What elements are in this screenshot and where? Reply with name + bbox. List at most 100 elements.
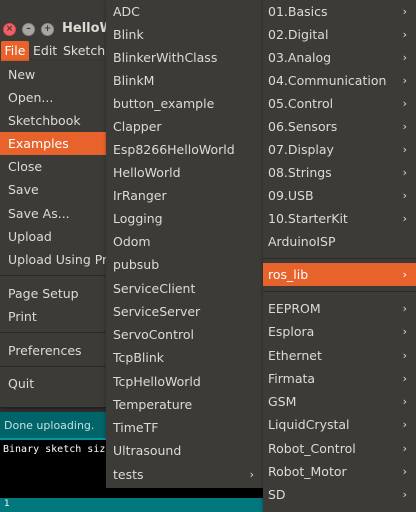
- library-item-04-communication[interactable]: 04.Communication ›: [263, 69, 416, 92]
- menu-item-label: TimeTF: [113, 420, 159, 435]
- menu-item-label: ros_lib: [268, 267, 309, 282]
- file-menu-save[interactable]: Save: [0, 178, 106, 201]
- library-item-sd[interactable]: SD ›: [263, 483, 416, 506]
- window-minimize-button[interactable]: –: [22, 23, 35, 36]
- library-item-06-sensors[interactable]: 06.Sensors ›: [263, 115, 416, 138]
- menu-item-label: Clapper: [113, 119, 162, 134]
- submenu-arrow-icon: ›: [402, 268, 407, 281]
- example-item-blinkm[interactable]: BlinkM: [106, 69, 263, 92]
- menu-separator: [263, 291, 416, 292]
- example-item-odom[interactable]: Odom: [106, 230, 263, 253]
- file-menu-page-setup[interactable]: Page Setup: [0, 282, 106, 305]
- example-item-pubsub[interactable]: pubsub: [106, 253, 263, 276]
- library-item-gsm[interactable]: GSM ›: [263, 390, 416, 413]
- library-item-10-starterkit[interactable]: 10.StarterKit ›: [263, 207, 416, 230]
- example-item-tcpblink[interactable]: TcpBlink: [106, 346, 263, 369]
- example-item-serviceclient[interactable]: ServiceClient: [106, 277, 263, 300]
- library-item-robot-control[interactable]: Robot_Control ›: [263, 437, 416, 460]
- example-item-irranger[interactable]: IrRanger: [106, 184, 263, 207]
- submenu-arrow-icon: ›: [402, 166, 407, 179]
- submenu-arrow-icon: ›: [402, 189, 407, 202]
- file-menu-upload[interactable]: Upload: [0, 225, 106, 248]
- menu-item-label: Temperature: [113, 397, 193, 412]
- submenu-arrow-icon: ›: [402, 442, 407, 455]
- menu-item-label: SD: [268, 487, 286, 502]
- window-maximize-button[interactable]: +: [41, 23, 54, 36]
- file-menu-print[interactable]: Print: [0, 305, 106, 328]
- library-item-08-strings[interactable]: 08.Strings ›: [263, 161, 416, 184]
- submenu-arrow-icon: ›: [402, 325, 407, 338]
- menu-item-label: ADC: [113, 4, 140, 19]
- library-item-liquidcrystal[interactable]: LiquidCrystal ›: [263, 413, 416, 436]
- example-item-blink[interactable]: Blink: [106, 23, 263, 46]
- window-close-button[interactable]: ×: [3, 23, 16, 36]
- library-item-robot-motor[interactable]: Robot_Motor ›: [263, 460, 416, 483]
- file-menu-examples[interactable]: Examples: [0, 132, 106, 155]
- submenu-arrow-icon: ›: [402, 28, 407, 41]
- file-menu-new[interactable]: New: [0, 63, 106, 86]
- file-menu-sketchbook[interactable]: Sketchbook: [0, 109, 106, 132]
- example-item-esp8266helloworld[interactable]: Esp8266HelloWorld: [106, 138, 263, 161]
- minimize-icon: –: [26, 24, 31, 34]
- submenu-arrow-icon: ›: [402, 349, 407, 362]
- file-menu-preferences[interactable]: Preferences: [0, 339, 106, 362]
- menubar-sketch[interactable]: Sketch: [63, 41, 105, 61]
- library-item-01-basics[interactable]: 01.Basics ›: [263, 0, 416, 23]
- example-item-logging[interactable]: Logging: [106, 207, 263, 230]
- menu-item-label: LiquidCrystal: [268, 417, 350, 432]
- menu-item-label: Logging: [113, 211, 163, 226]
- example-item-timetf[interactable]: TimeTF: [106, 416, 263, 439]
- menu-item-label: EEPROM: [268, 301, 321, 316]
- submenu-arrow-icon: ›: [402, 143, 407, 156]
- example-item-servocontrol[interactable]: ServoControl: [106, 323, 263, 346]
- menu-item-label: TcpHelloWorld: [113, 374, 201, 389]
- menu-item-label: ServiceClient: [113, 281, 196, 296]
- menu-item-label: ServiceServer: [113, 304, 201, 319]
- library-item-firmata[interactable]: Firmata ›: [263, 367, 416, 390]
- library-item-ethernet[interactable]: Ethernet ›: [263, 344, 416, 367]
- submenu-arrow-icon: ›: [249, 468, 254, 481]
- menu-item-label: 08.Strings: [268, 165, 332, 180]
- menubar-edit[interactable]: Edit: [33, 41, 57, 61]
- example-item-helloworld[interactable]: HelloWorld: [106, 161, 263, 184]
- file-menu-quit[interactable]: Quit: [0, 372, 106, 395]
- submenu-arrow-icon: ›: [402, 395, 407, 408]
- menu-separator: [0, 332, 106, 333]
- menu-item-label: New: [8, 67, 36, 82]
- menubar-file[interactable]: File: [1, 41, 29, 61]
- submenu-arrow-icon: ›: [402, 212, 407, 225]
- file-menu-open[interactable]: Open...: [0, 86, 106, 109]
- example-item-tcphelloworld[interactable]: TcpHelloWorld: [106, 370, 263, 393]
- menu-item-label: Odom: [113, 234, 151, 249]
- file-menu-upload-using-programmer[interactable]: Upload Using Pro: [0, 248, 106, 271]
- library-item-arduinoisp[interactable]: ArduinoISP: [263, 230, 416, 253]
- file-menu-close[interactable]: Close: [0, 155, 106, 178]
- menu-item-label: Ultrasound: [113, 443, 182, 458]
- example-item-serviceserver[interactable]: ServiceServer: [106, 300, 263, 323]
- library-item-03-analog[interactable]: 03.Analog ›: [263, 46, 416, 69]
- library-item-05-control[interactable]: 05.Control ›: [263, 92, 416, 115]
- example-item-adc[interactable]: ADC: [106, 0, 263, 23]
- example-item-tests[interactable]: tests ›: [106, 463, 263, 486]
- example-item-blinkerwithclass[interactable]: BlinkerWithClass: [106, 46, 263, 69]
- library-item-02-digital[interactable]: 02.Digital ›: [263, 23, 416, 46]
- menu-item-label: BlinkM: [113, 73, 155, 88]
- file-menu-save-as[interactable]: Save As...: [0, 202, 106, 225]
- menu-item-label: 10.StarterKit: [268, 211, 348, 226]
- menu-item-label: Open...: [8, 90, 54, 105]
- menu-item-label: 07.Display: [268, 142, 334, 157]
- example-item-button-example[interactable]: button_example: [106, 92, 263, 115]
- menu-item-label: tests: [113, 467, 144, 482]
- submenu-arrow-icon: ›: [402, 372, 407, 385]
- close-icon: ×: [5, 24, 14, 34]
- example-item-ultrasound[interactable]: Ultrasound: [106, 439, 263, 462]
- library-item-eeprom[interactable]: EEPROM ›: [263, 297, 416, 320]
- library-item-esplora[interactable]: Esplora ›: [263, 320, 416, 343]
- library-item-09-usb[interactable]: 09.USB ›: [263, 184, 416, 207]
- example-item-clapper[interactable]: Clapper: [106, 115, 263, 138]
- menu-item-label: ServoControl: [113, 327, 194, 342]
- library-item-07-display[interactable]: 07.Display ›: [263, 138, 416, 161]
- menu-item-label: Preferences: [8, 343, 82, 358]
- example-item-temperature[interactable]: Temperature: [106, 393, 263, 416]
- library-item-ros-lib[interactable]: ros_lib ›: [263, 263, 416, 286]
